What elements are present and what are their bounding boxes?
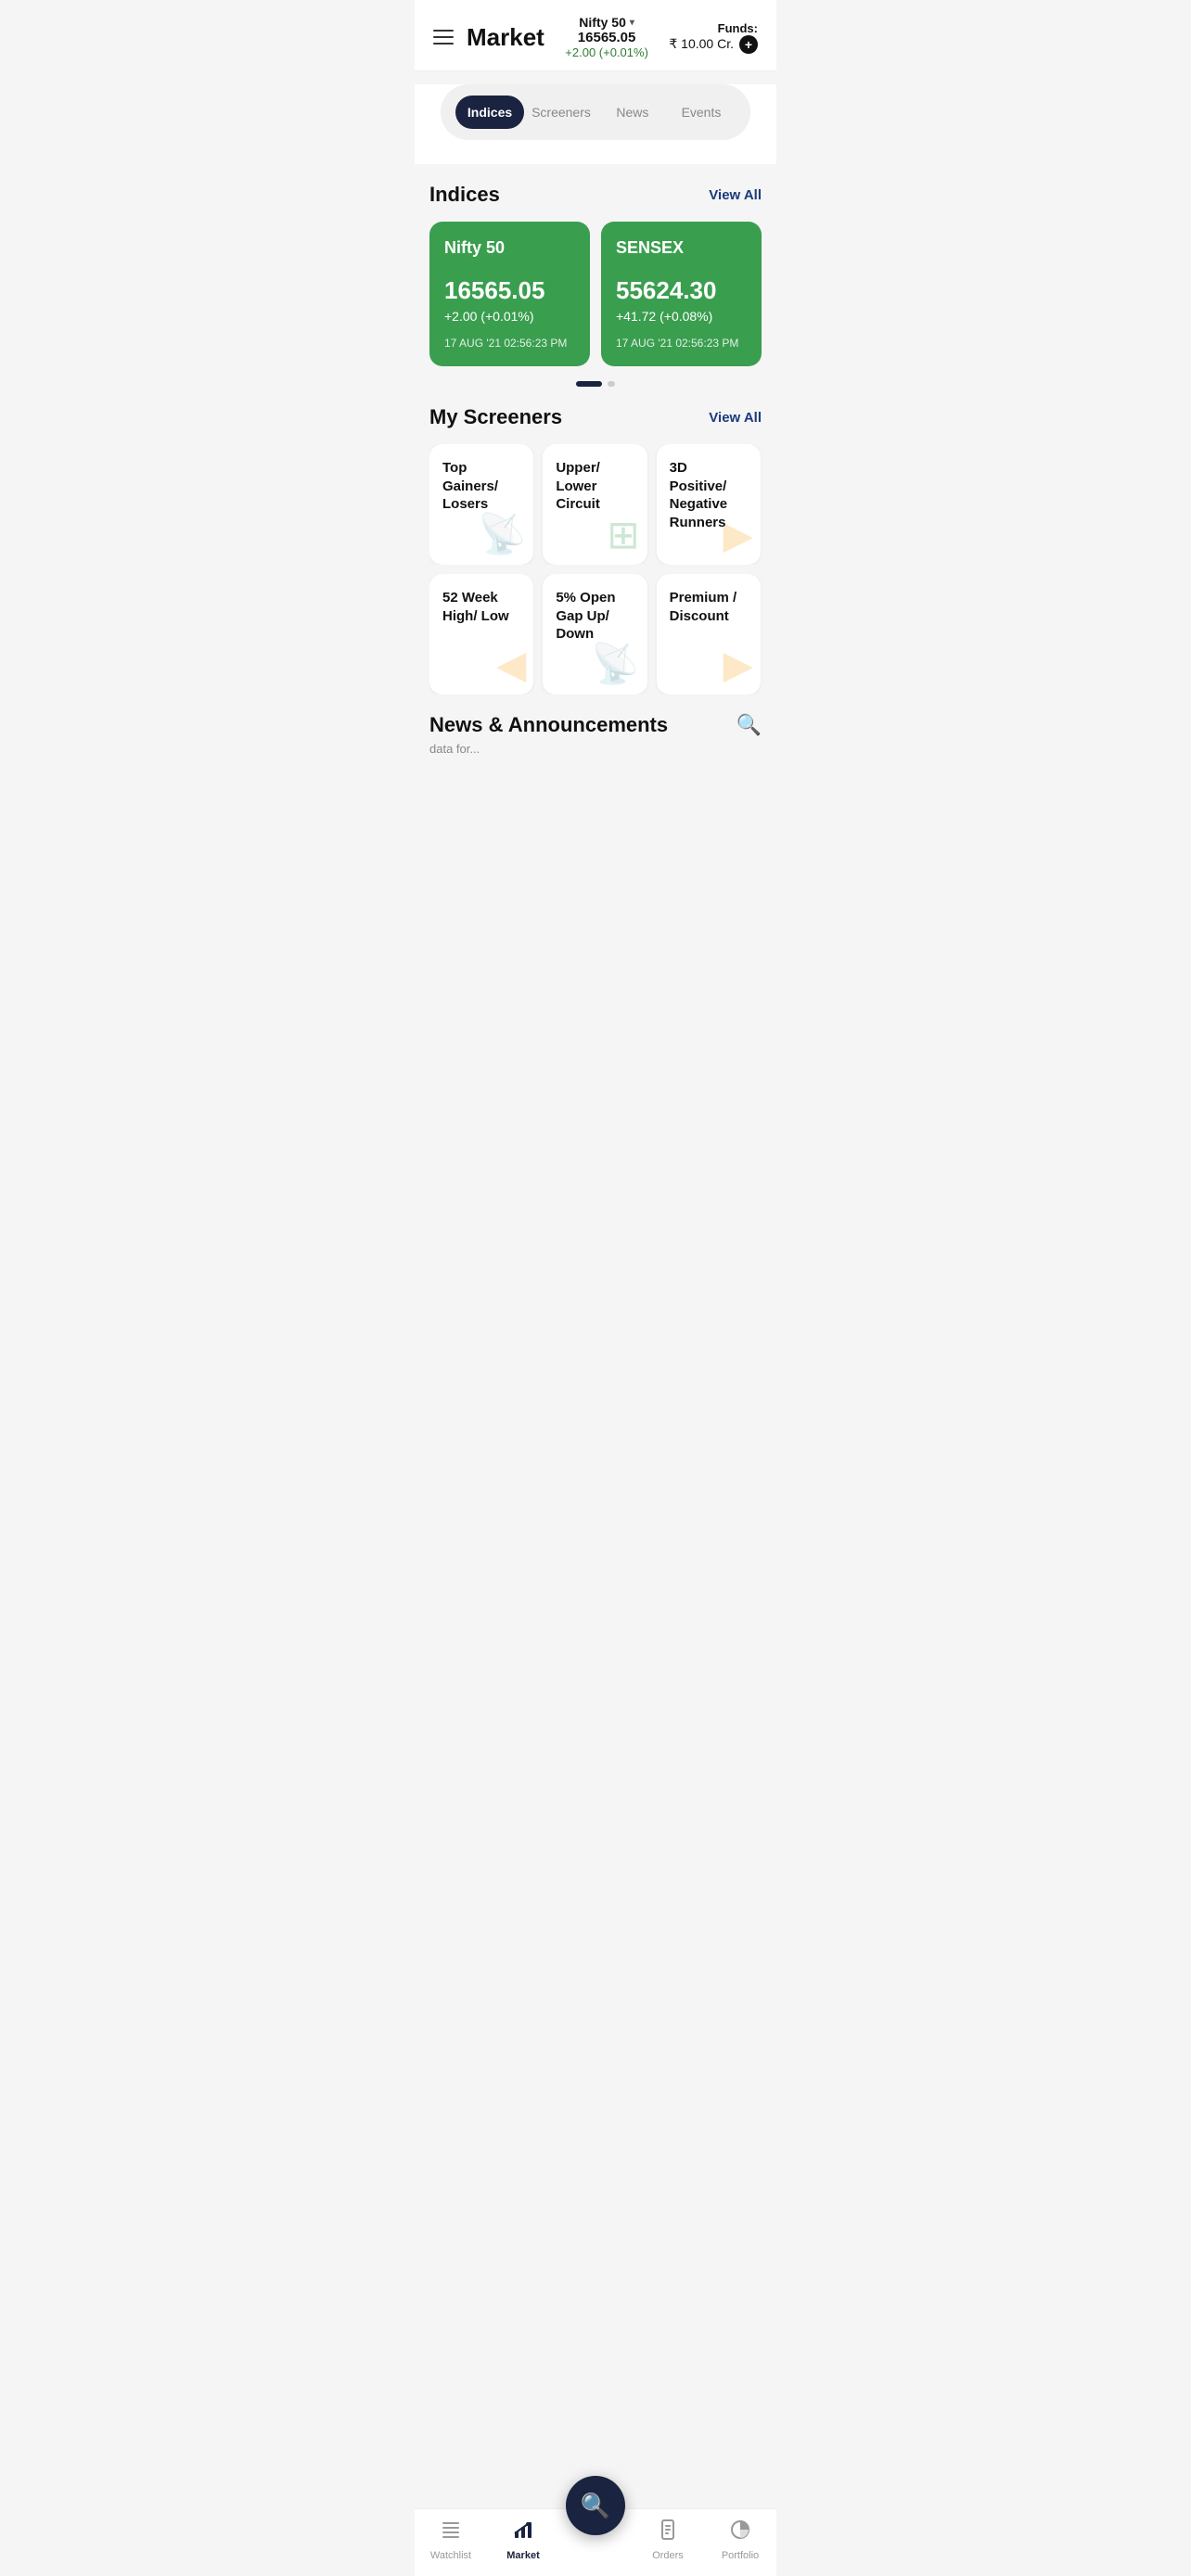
screener-title: Premium / Discount — [670, 589, 748, 625]
funds-value-row: ₹ 10.00 Cr. + — [669, 35, 758, 54]
screener-title: 3D Positive/ Negative Runners — [670, 459, 748, 531]
screener-title: 52 Week High/ Low — [442, 589, 520, 625]
index-name: Nifty 50 — [444, 238, 575, 258]
screener-card-premium-discount[interactable]: Premium / Discount ▶ — [657, 574, 761, 695]
screener-row-1: Top Gainers/ Losers 📡 Upper/ Lower Circu… — [429, 444, 762, 565]
tab-news[interactable]: News — [598, 96, 667, 129]
screener-icon-signal: 📡 — [591, 642, 639, 687]
screener-title: Upper/ Lower Circuit — [556, 459, 634, 514]
screeners-section-header: My Screeners View All — [429, 405, 762, 429]
index-value: 55624.30 — [616, 276, 747, 305]
dot-active — [576, 381, 602, 387]
hamburger-menu[interactable] — [433, 30, 454, 45]
screeners-view-all[interactable]: View All — [709, 410, 762, 426]
orders-label: Orders — [652, 2550, 684, 2561]
screener-card-52week[interactable]: 52 Week High/ Low ◀ — [429, 574, 533, 695]
dot-inactive — [608, 381, 615, 387]
screeners-title: My Screeners — [429, 405, 562, 429]
index-timestamp: 17 AUG '21 02:56:23 PM — [616, 337, 747, 350]
add-funds-button[interactable]: + — [739, 35, 758, 54]
fab-search-button[interactable]: 🔍 — [566, 2476, 625, 2535]
nav-orders[interactable]: Orders — [632, 2519, 704, 2561]
watchlist-label: Watchlist — [430, 2550, 471, 2561]
funds-info: Funds: ₹ 10.00 Cr. + — [669, 21, 758, 54]
page-title: Market — [467, 23, 544, 52]
index-timestamp: 17 AUG '21 02:56:23 PM — [444, 337, 575, 350]
tab-screeners[interactable]: Screeners — [524, 96, 598, 129]
nav-market[interactable]: Market — [487, 2519, 559, 2561]
tab-container: Indices Screeners News Events — [415, 84, 776, 164]
index-card-sensex[interactable]: SENSEX 55624.30 +41.72 (+0.08%) 17 AUG '… — [601, 222, 762, 366]
screener-icon-back: ◀ — [496, 642, 526, 687]
screener-row-2: 52 Week High/ Low ◀ 5% Open Gap Up/ Down… — [429, 574, 762, 695]
screener-title: 5% Open Gap Up/ Down — [556, 589, 634, 644]
screener-card-gap-updown[interactable]: 5% Open Gap Up/ Down 📡 — [543, 574, 647, 695]
market-icon — [512, 2519, 534, 2546]
portfolio-icon — [729, 2519, 751, 2546]
funds-label: Funds: — [669, 21, 758, 35]
news-placeholder: data for... — [429, 742, 480, 756]
screener-card-top-gainers[interactable]: Top Gainers/ Losers 📡 — [429, 444, 533, 565]
indices-section-header: Indices View All — [429, 183, 762, 207]
index-change: +41.72 (+0.08%) — [616, 309, 747, 324]
screener-icon-play: ▶ — [724, 642, 753, 687]
index-name: SENSEX — [616, 238, 747, 258]
header-left: Market — [433, 23, 544, 52]
funds-value: ₹ 10.00 Cr. — [669, 36, 734, 52]
indices-cards-row: Nifty 50 16565.05 +2.00 (+0.01%) 17 AUG … — [429, 222, 762, 366]
news-section: News & Announcements 🔍 data for... — [429, 713, 762, 758]
watchlist-icon — [440, 2519, 462, 2546]
nifty-change: +2.00 (+0.01%) — [565, 45, 648, 59]
market-label: Market — [506, 2550, 539, 2561]
tab-indices[interactable]: Indices — [455, 96, 524, 129]
indices-title: Indices — [429, 183, 500, 207]
search-icon: 🔍 — [581, 2492, 610, 2520]
nifty-label: Nifty 50 ▾ — [565, 15, 648, 30]
app-header: Market Nifty 50 ▾ 16565.05 +2.00 (+0.01%… — [415, 0, 776, 71]
index-value: 16565.05 — [444, 276, 575, 305]
chevron-down-icon: ▾ — [630, 18, 634, 28]
carousel-pagination — [429, 381, 762, 387]
index-change: +2.00 (+0.01%) — [444, 309, 575, 324]
portfolio-label: Portfolio — [722, 2550, 759, 2561]
screener-card-upper-lower[interactable]: Upper/ Lower Circuit ⊞ — [543, 444, 647, 565]
tab-bar: Indices Screeners News Events — [441, 84, 750, 140]
screener-icon-signal: 📡 — [478, 512, 526, 557]
nav-portfolio[interactable]: Portfolio — [704, 2519, 776, 2561]
screener-card-3d-runners[interactable]: 3D Positive/ Negative Runners ▶ — [657, 444, 761, 565]
screener-title: Top Gainers/ Losers — [442, 459, 520, 514]
nav-watchlist[interactable]: Watchlist — [415, 2519, 487, 2561]
main-content: Indices View All Nifty 50 16565.05 +2.00… — [415, 183, 776, 758]
news-search-icon[interactable]: 🔍 — [736, 713, 762, 737]
nifty-summary[interactable]: Nifty 50 ▾ 16565.05 +2.00 (+0.01%) — [565, 15, 648, 59]
indices-view-all[interactable]: View All — [709, 187, 762, 203]
news-title: News & Announcements — [429, 713, 668, 737]
nifty-value: 16565.05 — [565, 30, 648, 45]
news-header: News & Announcements 🔍 — [429, 713, 762, 737]
orders-icon — [657, 2519, 679, 2546]
tab-events[interactable]: Events — [667, 96, 736, 129]
screener-icon-grid: ⊞ — [607, 512, 639, 557]
index-card-nifty[interactable]: Nifty 50 16565.05 +2.00 (+0.01%) 17 AUG … — [429, 222, 590, 366]
